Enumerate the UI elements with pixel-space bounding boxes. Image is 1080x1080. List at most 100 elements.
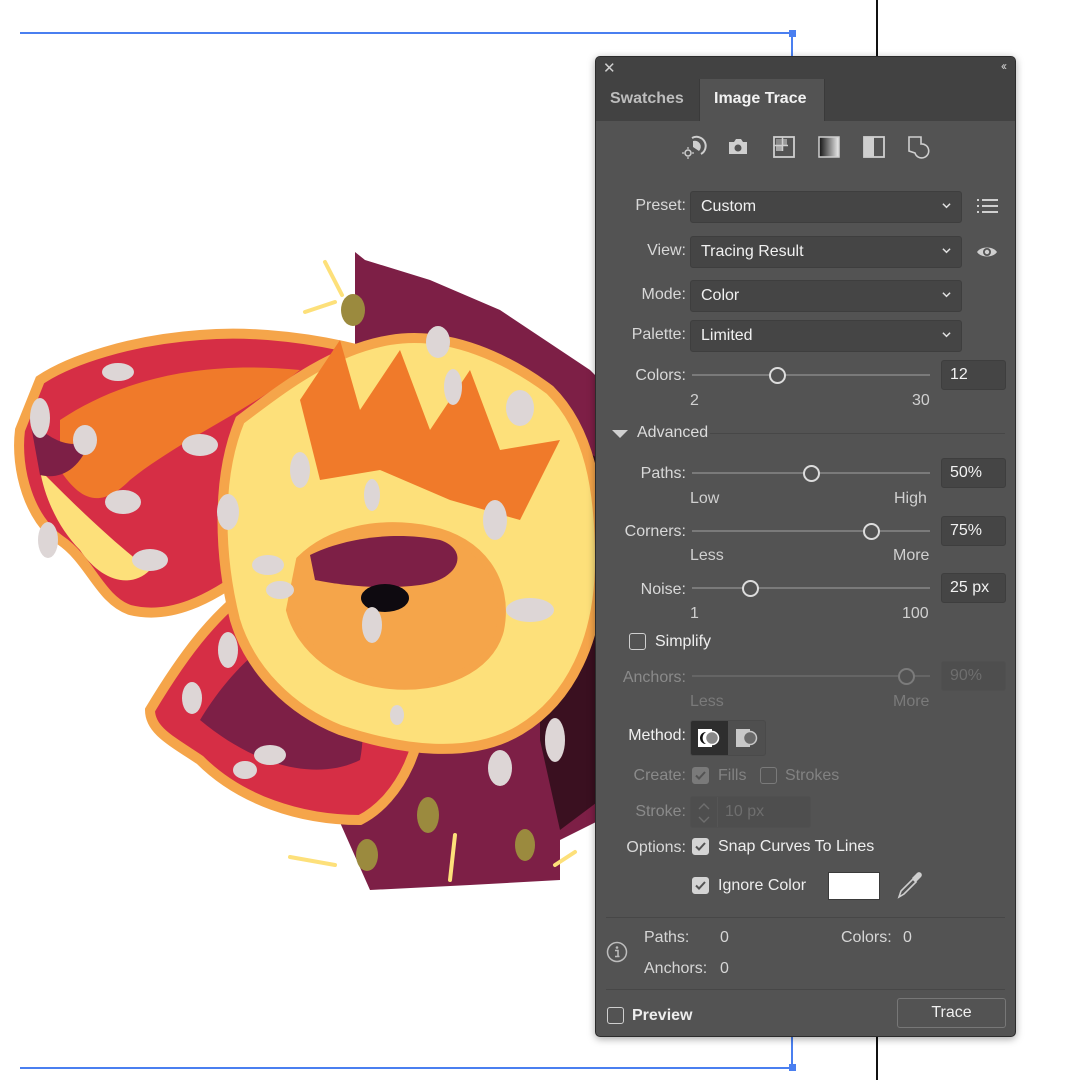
selection-guide-right-bottom bbox=[791, 1037, 793, 1067]
colors-slider[interactable] bbox=[692, 365, 930, 385]
chevron-down-icon bbox=[942, 203, 951, 209]
view-label: View: bbox=[647, 242, 686, 259]
black-and-white-icon[interactable] bbox=[860, 133, 888, 161]
panel-tabbar: Swatches Image Trace bbox=[596, 79, 1015, 121]
preview-label: Preview bbox=[632, 1007, 693, 1024]
info-divider bbox=[606, 917, 1005, 918]
view-dropdown[interactable]: Tracing Result bbox=[690, 236, 962, 268]
selection-guide-bottom bbox=[20, 1067, 792, 1069]
stroke-label: Stroke: bbox=[635, 803, 686, 820]
paths-label: Paths: bbox=[640, 465, 686, 482]
create-label: Create: bbox=[633, 767, 686, 784]
auto-color-icon[interactable] bbox=[680, 133, 708, 161]
chevron-down-icon bbox=[942, 332, 951, 338]
corners-max-label: More bbox=[893, 547, 930, 564]
noise-slider[interactable] bbox=[692, 578, 930, 598]
traced-artwork[interactable] bbox=[0, 240, 600, 900]
fills-checkbox bbox=[692, 767, 709, 784]
paths-max-label: High bbox=[894, 490, 927, 507]
tab-swatches[interactable]: Swatches bbox=[596, 79, 699, 121]
snap-curves-label: Snap Curves To Lines bbox=[718, 838, 875, 855]
noise-slider-thumb[interactable] bbox=[741, 580, 759, 597]
view-value: Tracing Result bbox=[701, 243, 804, 260]
info-paths-label: Paths: bbox=[644, 929, 690, 946]
strokes-label: Strokes bbox=[785, 767, 840, 784]
ignore-color-checkbox[interactable] bbox=[692, 877, 709, 894]
method-overlapping-button[interactable] bbox=[729, 721, 766, 755]
footer-divider bbox=[606, 989, 1005, 990]
tab-image-trace[interactable]: Image Trace bbox=[699, 79, 825, 121]
selection-guide-top bbox=[20, 32, 792, 34]
outline-icon[interactable] bbox=[905, 133, 933, 161]
method-abutting-button[interactable] bbox=[691, 721, 728, 755]
chevron-down-icon bbox=[942, 292, 951, 298]
ignore-color-swatch[interactable] bbox=[828, 872, 880, 900]
method-label: Method: bbox=[628, 727, 686, 744]
eyedropper-icon[interactable] bbox=[896, 870, 924, 900]
options-label: Options: bbox=[626, 839, 686, 856]
panel-titlebar[interactable]: ✕ ‹‹ bbox=[596, 57, 1015, 79]
anchors-label: Anchors: bbox=[622, 669, 686, 686]
anchors-min-label: Less bbox=[690, 693, 724, 710]
palette-value: Limited bbox=[701, 327, 753, 344]
artwork-flower-hole bbox=[361, 584, 409, 612]
noise-min-label: 1 bbox=[690, 605, 699, 622]
mode-label: Mode: bbox=[641, 286, 686, 303]
paths-slider[interactable] bbox=[692, 463, 930, 483]
fills-label: Fills bbox=[718, 767, 747, 784]
preset-value: Custom bbox=[701, 198, 757, 215]
corners-slider[interactable] bbox=[692, 521, 930, 541]
abutting-method-icon bbox=[698, 729, 720, 747]
list-menu-icon[interactable] bbox=[977, 198, 999, 214]
info-colors-value: 0 bbox=[903, 929, 912, 946]
corners-slider-thumb[interactable] bbox=[862, 523, 880, 540]
info-icon bbox=[606, 941, 628, 963]
eye-icon[interactable] bbox=[976, 245, 998, 259]
anchors-max-label: More bbox=[893, 693, 930, 710]
preview-checkbox[interactable] bbox=[607, 1007, 624, 1024]
double-chevron-left-icon[interactable]: ‹‹ bbox=[1001, 59, 1007, 73]
mode-value: Color bbox=[701, 287, 740, 304]
colors-slider-thumb[interactable] bbox=[769, 367, 786, 384]
ignore-color-label: Ignore Color bbox=[718, 877, 807, 894]
snap-curves-checkbox[interactable] bbox=[692, 838, 709, 855]
mode-dropdown[interactable]: Color bbox=[690, 280, 962, 312]
simplify-checkbox[interactable] bbox=[629, 633, 646, 650]
strokes-checkbox bbox=[760, 767, 777, 784]
corners-min-label: Less bbox=[690, 547, 724, 564]
high-color-icon[interactable] bbox=[724, 133, 752, 161]
anchors-slider bbox=[692, 666, 930, 686]
colors-max-label: 30 bbox=[912, 392, 930, 409]
palette-label: Palette: bbox=[631, 326, 686, 343]
paths-slider-thumb[interactable] bbox=[803, 465, 820, 482]
anchors-slider-thumb bbox=[898, 668, 916, 685]
simplify-label: Simplify bbox=[655, 633, 712, 650]
colors-field[interactable]: 12 bbox=[941, 360, 1006, 390]
trace-button[interactable]: Trace bbox=[897, 998, 1006, 1028]
corners-field[interactable]: 75% bbox=[941, 516, 1006, 546]
noise-label: Noise: bbox=[640, 581, 686, 598]
colors-min-label: 2 bbox=[690, 392, 699, 409]
info-anchors-label: Anchors: bbox=[644, 960, 708, 977]
overlapping-method-icon bbox=[736, 729, 758, 747]
preset-dropdown[interactable]: Custom bbox=[690, 191, 962, 223]
image-trace-panel: ✕ ‹‹ Swatches Image Trace Preset: Custom… bbox=[595, 56, 1016, 1037]
stroke-field: 10 px bbox=[690, 796, 811, 828]
noise-max-label: 100 bbox=[902, 605, 929, 622]
advanced-label: Advanced bbox=[637, 424, 709, 441]
palette-dropdown[interactable]: Limited bbox=[690, 320, 962, 352]
info-colors-label: Colors: bbox=[841, 929, 892, 946]
info-anchors-value: 0 bbox=[720, 960, 729, 977]
grayscale-icon[interactable] bbox=[815, 133, 843, 161]
info-paths-value: 0 bbox=[720, 929, 729, 946]
paths-min-label: Low bbox=[690, 490, 720, 507]
selection-guide-right-top bbox=[791, 33, 793, 56]
noise-field[interactable]: 25 px bbox=[941, 573, 1006, 603]
advanced-toggle[interactable]: Advanced bbox=[612, 424, 1012, 444]
paths-field[interactable]: 50% bbox=[941, 458, 1006, 488]
close-icon[interactable]: ✕ bbox=[603, 59, 616, 77]
anchors-field: 90% bbox=[941, 661, 1006, 691]
advanced-divider bbox=[710, 433, 1005, 434]
low-color-icon[interactable] bbox=[770, 133, 798, 161]
triangle-down-icon bbox=[612, 430, 628, 438]
